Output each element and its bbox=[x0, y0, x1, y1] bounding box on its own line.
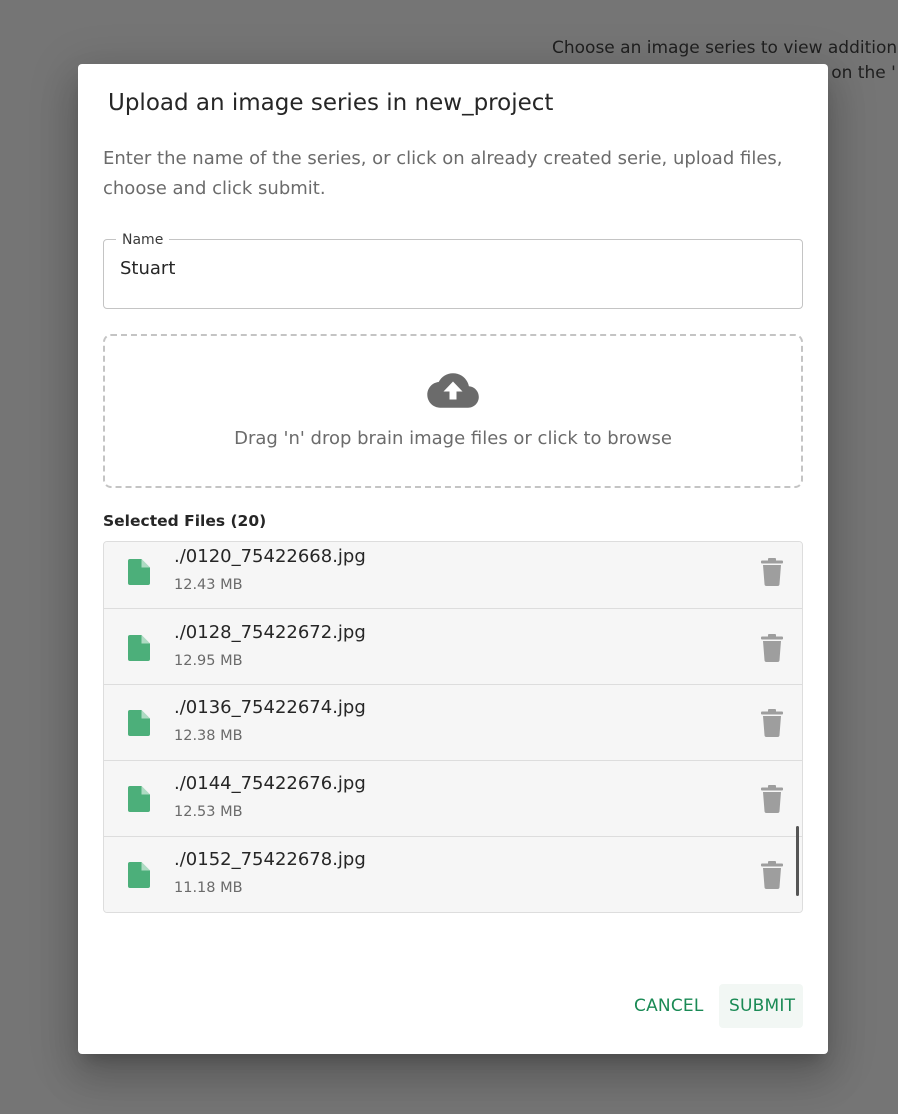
delete-file-icon[interactable] bbox=[760, 785, 784, 813]
file-list-item: ./0144_75422676.jpg 12.53 MB bbox=[104, 761, 802, 837]
file-size: 12.43 MB bbox=[174, 577, 243, 593]
file-name: ./0152_75422678.jpg bbox=[174, 849, 366, 870]
selected-files-list[interactable]: ./0120_75422668.jpg 12.43 MB ./0128_7542… bbox=[103, 541, 803, 913]
file-size: 12.95 MB bbox=[174, 653, 243, 669]
file-list-item: ./0120_75422668.jpg 12.43 MB bbox=[104, 542, 802, 609]
file-name: ./0136_75422674.jpg bbox=[174, 697, 366, 718]
cancel-button[interactable]: CANCEL bbox=[624, 984, 708, 1028]
file-icon bbox=[128, 862, 150, 888]
cloud-upload-icon bbox=[427, 373, 479, 408]
file-icon bbox=[128, 559, 150, 585]
submit-button[interactable]: SUBMIT bbox=[719, 984, 803, 1028]
upload-dialog: Upload an image series in new_project En… bbox=[78, 64, 828, 1054]
delete-file-icon[interactable] bbox=[760, 558, 784, 586]
selected-files-heading: Selected Files (20) bbox=[103, 512, 267, 530]
delete-file-icon[interactable] bbox=[760, 634, 784, 662]
file-list-item: ./0128_75422672.jpg 12.95 MB bbox=[104, 609, 802, 685]
delete-file-icon[interactable] bbox=[760, 709, 784, 737]
name-field-label: Name bbox=[116, 231, 170, 249]
file-list-scrollbar[interactable] bbox=[796, 826, 799, 896]
file-name: ./0144_75422676.jpg bbox=[174, 773, 366, 794]
file-icon bbox=[128, 635, 150, 661]
file-size: 12.38 MB bbox=[174, 728, 243, 744]
background-hint-line-1: Choose an image series to view additiona… bbox=[552, 38, 898, 58]
name-field[interactable]: Name bbox=[103, 231, 803, 309]
file-size: 11.18 MB bbox=[174, 880, 243, 896]
delete-file-icon[interactable] bbox=[760, 861, 784, 889]
file-name: ./0128_75422672.jpg bbox=[174, 622, 366, 643]
file-icon bbox=[128, 710, 150, 736]
file-list-item: ./0152_75422678.jpg 11.18 MB bbox=[104, 837, 802, 912]
dialog-title: Upload an image series in new_project bbox=[108, 90, 554, 116]
name-input[interactable] bbox=[120, 258, 780, 279]
file-list-item: ./0136_75422674.jpg 12.38 MB bbox=[104, 685, 802, 761]
dialog-description: Enter the name of the series, or click o… bbox=[103, 148, 783, 199]
file-icon bbox=[128, 786, 150, 812]
file-name: ./0120_75422668.jpg bbox=[174, 546, 366, 567]
file-dropzone[interactable]: Drag 'n' drop brain image files or click… bbox=[103, 334, 803, 488]
dropzone-text: Drag 'n' drop brain image files or click… bbox=[234, 428, 672, 449]
file-size: 12.53 MB bbox=[174, 804, 243, 820]
